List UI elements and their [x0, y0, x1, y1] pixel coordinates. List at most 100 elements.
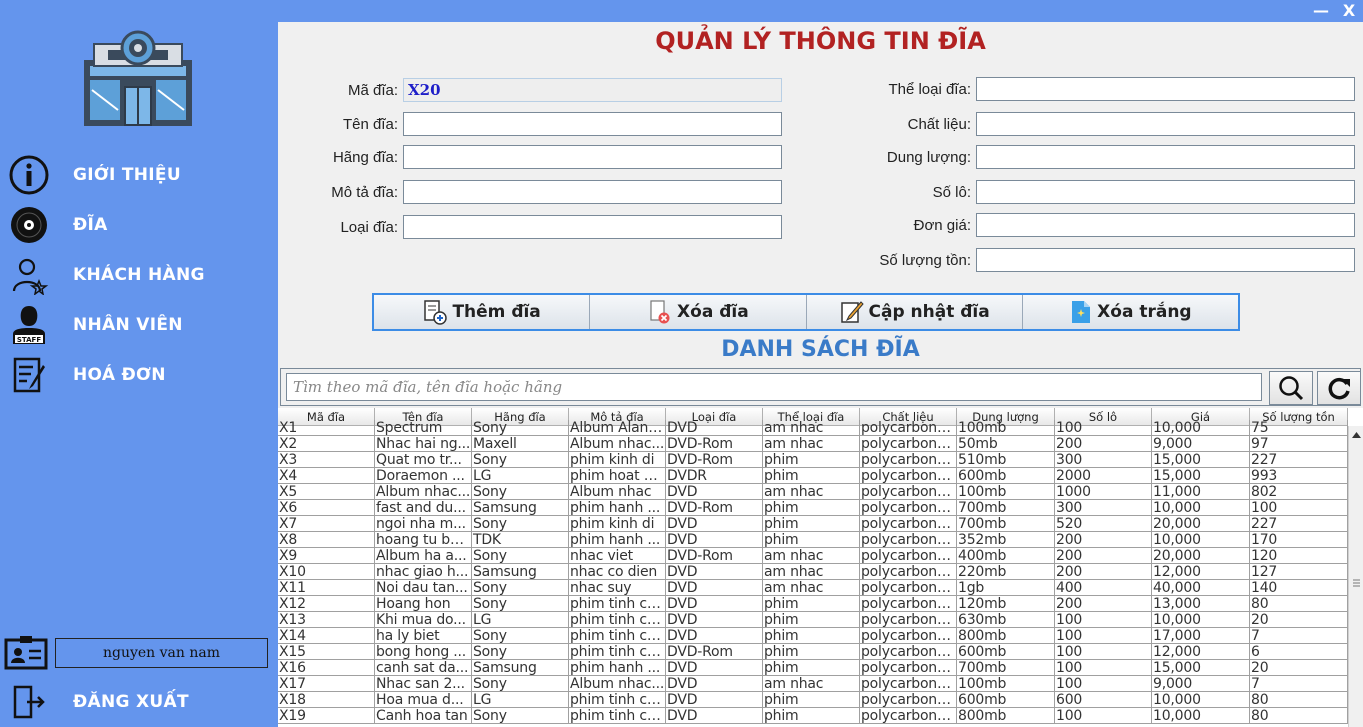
- disc-material-input[interactable]: [976, 112, 1355, 136]
- table-row[interactable]: X17 Nhac san 2... Sony Album nhac... DVD am n…: [278, 676, 1348, 692]
- sidebar-item-invoice[interactable]: HOÁ ĐƠN: [8, 353, 273, 397]
- update-disc-label: Cập nhật đĩa: [868, 302, 990, 322]
- table-cell: phim: [763, 500, 860, 516]
- table-cell: am nhac: [763, 676, 860, 692]
- add-disc-button[interactable]: Thêm đĩa: [374, 295, 591, 329]
- table-cell: am nhac: [763, 484, 860, 500]
- table-cell: 10,000: [1152, 532, 1250, 548]
- table-row[interactable]: X1 Spectrum Sony Album Alan ... DVD am nhac po…: [278, 420, 1348, 436]
- vertical-scrollbar[interactable]: [1348, 426, 1363, 727]
- table-cell: Samsung: [472, 564, 569, 580]
- close-button[interactable]: X: [1335, 0, 1363, 22]
- table-cell: X4: [278, 468, 375, 484]
- logout-button[interactable]: ĐĂNG XUẤT: [8, 680, 273, 724]
- table-cell: 1gb: [957, 580, 1055, 596]
- table-cell: polycarbonate: [861, 612, 957, 628]
- table-row[interactable]: X19 Canh hoa tan Sony phim tinh cam DVD phim p…: [278, 708, 1348, 724]
- refresh-button[interactable]: [1317, 371, 1361, 405]
- table-cell: phim tinh cam: [570, 612, 666, 628]
- table-cell: Sony: [472, 516, 569, 532]
- disc-price-input[interactable]: [976, 213, 1355, 237]
- table-cell: Sony: [472, 708, 569, 724]
- table-cell: X16: [278, 660, 375, 676]
- sidebar-item-staff[interactable]: STAFF NHÂN VIÊN: [8, 303, 273, 347]
- logout-label: ĐĂNG XUẤT: [73, 692, 189, 712]
- table-row[interactable]: X12 Hoang hon Sony phim tinh cam DVD phim poly…: [278, 596, 1348, 612]
- sidebar-item-label: ĐĨA: [73, 215, 108, 235]
- table-cell: 20,000: [1152, 516, 1250, 532]
- sidebar-item-customer[interactable]: KHÁCH HÀNG: [8, 253, 273, 297]
- table-cell: polycarbonate: [861, 436, 957, 452]
- table-cell: DVD: [666, 628, 763, 644]
- table-cell: polycarbonate: [861, 660, 957, 676]
- disc-genre-input[interactable]: [976, 77, 1355, 101]
- disc-capacity-label: Dung lượng:: [886, 148, 971, 166]
- table-cell: phim tinh cam: [570, 708, 666, 724]
- table-cell: Album nhac: [569, 484, 666, 500]
- disc-icon: [8, 204, 50, 246]
- table-cell: fast and du...: [375, 500, 472, 516]
- table-cell: 352mb: [957, 532, 1055, 548]
- table-cell: X12: [278, 596, 375, 612]
- table-cell: phim: [763, 516, 860, 532]
- table-row[interactable]: X7 ngoi nha m... Sony phim kinh di DVD phim po…: [278, 516, 1348, 532]
- disc-table: Mã đĩa Tên đĩa Hãng đĩa Mô tả đĩa Loại đĩa Th…: [278, 408, 1363, 727]
- table-row[interactable]: X3 Quat mo tr... Sony phim kinh di DVD-Rom ph…: [278, 452, 1348, 468]
- table-cell: 80: [1250, 596, 1348, 612]
- delete-disc-button[interactable]: Xóa đĩa: [590, 295, 807, 329]
- disc-name-input[interactable]: [403, 112, 782, 136]
- table-cell: 227: [1250, 516, 1348, 532]
- table-cell: Sony: [472, 644, 569, 660]
- table-row[interactable]: X2 Nhac hai ng... Maxell Album nhac... DVD-R…: [278, 436, 1348, 452]
- table-row[interactable]: X9 Album ha a... Sony nhac viet DVD-Rom am nh…: [278, 548, 1348, 564]
- clear-form-button[interactable]: Xóa trắng: [1022, 295, 1238, 329]
- table-cell: phim: [763, 628, 860, 644]
- minimize-button[interactable]: —: [1307, 0, 1335, 22]
- disc-batch-input[interactable]: [976, 180, 1355, 204]
- search-input[interactable]: Tìm theo mã đĩa, tên đĩa hoặc hãng: [286, 373, 1262, 401]
- table-row[interactable]: X10 nhac giao h... Samsung nhac co dien DVD a…: [278, 564, 1348, 580]
- table-cell: 10,000: [1152, 612, 1250, 628]
- table-row[interactable]: X4 Doraemon ... LG phim hoat h... DVDR phim po…: [278, 468, 1348, 484]
- table-row[interactable]: X13 Khi mua do... LG phim tinh cam DVD phim po…: [278, 612, 1348, 628]
- table-cell: phim: [763, 468, 860, 484]
- table-cell: X2: [278, 436, 375, 452]
- table-cell: 12,000: [1152, 564, 1250, 580]
- page-title: QUẢN LÝ THÔNG TIN ĐĨA: [655, 27, 986, 55]
- table-cell: 15,000: [1152, 452, 1250, 468]
- table-cell: phim: [763, 532, 860, 548]
- table-cell: Hoang hon: [375, 596, 472, 612]
- table-cell: DVD: [666, 580, 763, 596]
- table-row[interactable]: X15 bong hong ... Sony phim tinh cam DVD-Rom…: [278, 644, 1348, 660]
- table-row[interactable]: X14 ha ly biet Sony phim tinh cam DVD phim pol…: [278, 628, 1348, 644]
- disc-stock-input[interactable]: [976, 248, 1355, 272]
- table-row[interactable]: X5 Album nhac... Sony Album nhac DVD am nhac p…: [278, 484, 1348, 500]
- id-card-icon: [4, 634, 48, 670]
- table-cell: bong hong ...: [375, 644, 472, 660]
- table-cell: X18: [278, 692, 375, 708]
- table-cell: phim tinh cam: [570, 596, 666, 612]
- sidebar-item-disc[interactable]: ĐĨA: [8, 203, 273, 247]
- sidebar-item-intro[interactable]: GIỚI THIỆU: [8, 153, 273, 197]
- table-cell: DVD: [666, 708, 763, 724]
- disc-description-input[interactable]: [403, 180, 782, 204]
- update-disc-button[interactable]: Cập nhật đĩa: [806, 295, 1023, 329]
- table-cell: 11,000: [1152, 484, 1250, 500]
- table-row[interactable]: X6 fast and du... Samsung phim hanh ... DVD-…: [278, 500, 1348, 516]
- table-cell: Khi mua do...: [375, 612, 472, 628]
- table-cell: DVD-Rom: [666, 644, 763, 660]
- table-row[interactable]: X16 canh sat da... Samsung phim hanh ... DVD…: [278, 660, 1348, 676]
- disc-brand-input[interactable]: [403, 145, 782, 169]
- table-cell: 15,000: [1152, 468, 1250, 484]
- table-row[interactable]: X18 Hoa mua d... LG phim tinh cam DVD phim pol…: [278, 692, 1348, 708]
- table-cell: 1000: [1055, 484, 1152, 500]
- disc-type-input[interactable]: [403, 215, 782, 239]
- table-row[interactable]: X11 Noi dau tan... Sony nhac suy DVD am nhac p…: [278, 580, 1348, 596]
- table-cell: Samsung: [472, 500, 569, 516]
- table-cell: Album Alan ...: [570, 420, 666, 436]
- table-row[interactable]: X8 hoang tu ba... TDK phim hanh ... DVD phim p…: [278, 532, 1348, 548]
- table-cell: phim: [763, 708, 860, 724]
- search-button[interactable]: [1269, 371, 1313, 405]
- disc-capacity-input[interactable]: [976, 145, 1355, 169]
- staff-icon: STAFF: [8, 304, 50, 346]
